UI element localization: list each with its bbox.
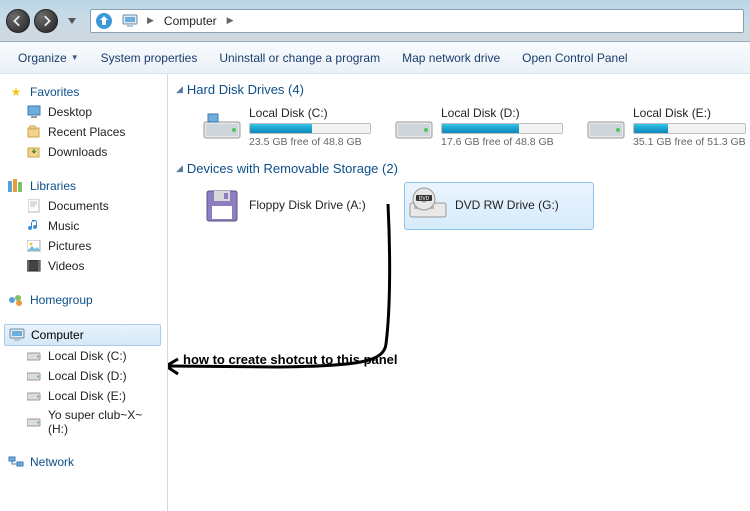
sidebar-item-music[interactable]: Music: [4, 216, 167, 236]
system-properties-button[interactable]: System properties: [91, 47, 208, 69]
network-icon: [8, 454, 24, 470]
collapse-triangle-icon: ◢: [176, 84, 183, 95]
music-icon: [26, 218, 42, 234]
drive-name: DVD RW Drive (G:): [455, 198, 559, 212]
chevron-down-icon: ▼: [71, 53, 79, 62]
homegroup-header[interactable]: Homegroup: [4, 290, 167, 310]
computer-icon: [9, 327, 25, 343]
annotation-arrow: [168, 204, 418, 404]
navigation-pane: ★ Favorites Desktop Recent Places Downlo…: [0, 74, 168, 511]
annotation-text: how to create shotcut to this panel: [183, 352, 398, 367]
capacity-bar: [249, 123, 371, 134]
drive-local-disk-c[interactable]: Local Disk (C:) 23.5 GB free of 48.8 GB: [198, 103, 374, 151]
recent-pages-dropdown[interactable]: [62, 9, 82, 33]
capacity-bar: [441, 123, 563, 134]
libraries-group: Libraries Documents Music Pictures Video…: [4, 176, 167, 276]
libraries-icon: [8, 178, 24, 194]
sidebar-item-videos[interactable]: Videos: [4, 256, 167, 276]
free-space-label: 23.5 GB free of 48.8 GB: [249, 136, 371, 148]
hard-drive-icon: [26, 348, 42, 364]
free-space-label: 17.6 GB free of 48.8 GB: [441, 136, 563, 148]
forward-arrow-icon: [40, 15, 52, 27]
back-arrow-icon: [12, 15, 24, 27]
navigation-bar: ▶ Computer ▶: [0, 0, 750, 42]
favorites-header[interactable]: ★ Favorites: [4, 82, 167, 102]
sidebar-item-desktop[interactable]: Desktop: [4, 102, 167, 122]
crumb-separator[interactable]: ▶: [225, 15, 236, 26]
sidebar-item-local-disk-c[interactable]: Local Disk (C:): [4, 346, 167, 366]
favorites-group: ★ Favorites Desktop Recent Places Downlo…: [4, 82, 167, 162]
free-space-label: 35.1 GB free of 51.3 GB: [633, 136, 746, 148]
hard-drive-icon: [585, 106, 627, 148]
hard-drive-icon: [26, 414, 42, 430]
floppy-disk-icon: [201, 185, 243, 227]
drive-name: Local Disk (E:): [633, 106, 746, 120]
computer-icon: [119, 13, 141, 29]
recent-places-icon: [26, 124, 42, 140]
sidebar-item-downloads[interactable]: Downloads: [4, 142, 167, 162]
drive-local-disk-d[interactable]: Local Disk (D:) 17.6 GB free of 48.8 GB: [390, 103, 566, 151]
crumb-separator[interactable]: ▶: [145, 15, 156, 26]
pictures-icon: [26, 238, 42, 254]
drive-name: Local Disk (D:): [441, 106, 563, 120]
sidebar-item-local-disk-e[interactable]: Local Disk (E:): [4, 386, 167, 406]
desktop-icon: [26, 104, 42, 120]
removable-drive-list: Floppy Disk Drive (A:) DVD DVD RW Drive …: [176, 182, 742, 230]
uninstall-program-button[interactable]: Uninstall or change a program: [209, 47, 390, 69]
up-level-icon[interactable]: [93, 11, 115, 31]
homegroup-icon: [8, 292, 24, 308]
section-hard-disk-drives[interactable]: ◢ Hard Disk Drives (4): [176, 82, 742, 97]
sidebar-item-recent-places[interactable]: Recent Places: [4, 122, 167, 142]
address-bar[interactable]: ▶ Computer ▶: [90, 9, 744, 33]
section-removable-storage[interactable]: ◢ Devices with Removable Storage (2): [176, 161, 742, 176]
computer-group: Computer Local Disk (C:) Local Disk (D:)…: [4, 324, 167, 438]
homegroup-group: Homegroup: [4, 290, 167, 310]
forward-button[interactable]: [34, 9, 58, 33]
map-network-drive-button[interactable]: Map network drive: [392, 47, 510, 69]
breadcrumb-computer[interactable]: Computer: [160, 14, 221, 28]
hard-disk-drive-list: Local Disk (C:) 23.5 GB free of 48.8 GB …: [176, 103, 742, 151]
drive-name: Local Disk (C:): [249, 106, 371, 120]
svg-text:DVD: DVD: [419, 196, 430, 202]
organize-button[interactable]: Organize▼: [8, 47, 89, 69]
downloads-icon: [26, 144, 42, 160]
hard-drive-icon: [26, 388, 42, 404]
chevron-down-icon: [68, 18, 76, 24]
drive-floppy-a[interactable]: Floppy Disk Drive (A:): [198, 182, 388, 230]
drive-local-disk-e[interactable]: Local Disk (E:) 35.1 GB free of 51.3 GB: [582, 103, 742, 151]
back-button[interactable]: [6, 9, 30, 33]
open-control-panel-button[interactable]: Open Control Panel: [512, 47, 637, 69]
network-header[interactable]: Network: [4, 452, 167, 472]
content-pane: ◢ Hard Disk Drives (4) Local Disk (C:) 2…: [168, 74, 750, 511]
videos-icon: [26, 258, 42, 274]
computer-header[interactable]: Computer: [4, 324, 161, 346]
sidebar-item-pictures[interactable]: Pictures: [4, 236, 167, 256]
collapse-triangle-icon: ◢: [176, 163, 183, 174]
capacity-bar: [633, 123, 746, 134]
sidebar-item-local-disk-d[interactable]: Local Disk (D:): [4, 366, 167, 386]
hard-drive-icon: [26, 368, 42, 384]
drive-name: Floppy Disk Drive (A:): [249, 198, 366, 212]
network-group: Network: [4, 452, 167, 472]
hard-drive-icon: [393, 106, 435, 148]
command-bar: Organize▼ System properties Uninstall or…: [0, 42, 750, 74]
sidebar-item-drive-h[interactable]: Yo super club~X~ (H:): [4, 406, 167, 438]
dvd-drive-icon: DVD: [407, 185, 449, 227]
drive-dvd-rw-g[interactable]: DVD DVD RW Drive (G:): [404, 182, 594, 230]
libraries-header[interactable]: Libraries: [4, 176, 167, 196]
documents-icon: [26, 198, 42, 214]
hard-drive-icon: [201, 106, 243, 148]
star-icon: ★: [8, 84, 24, 100]
sidebar-item-documents[interactable]: Documents: [4, 196, 167, 216]
